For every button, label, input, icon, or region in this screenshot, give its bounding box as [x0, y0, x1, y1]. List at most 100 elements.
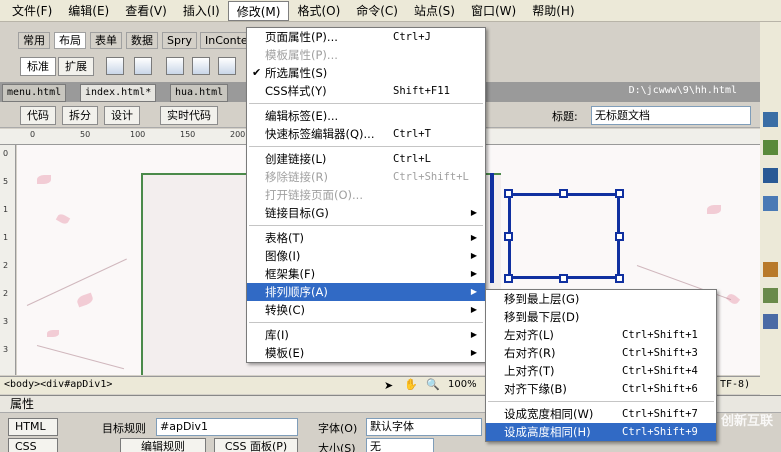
insert-tab-1[interactable]: 布局 [54, 32, 86, 49]
menu-3[interactable]: 插入(I) [175, 1, 228, 21]
insert-div-icon[interactable] [166, 57, 184, 75]
panel-icon[interactable] [763, 288, 778, 303]
doc-tab-hua[interactable]: hua.html [170, 84, 229, 102]
ruler-tick: 100 [130, 130, 146, 139]
resize-handle[interactable] [559, 189, 568, 198]
modify_menu-item-13[interactable]: 表格(T) ▶ [247, 229, 485, 247]
arrange_menu-item-3[interactable]: 右对齐(R) Ctrl+Shift+3 [486, 344, 716, 362]
modify_menu-item-3[interactable]: CSS样式(Y) Shift+F11 [247, 82, 485, 100]
pointer-icon[interactable]: ➤ [384, 379, 393, 392]
css-panel-button[interactable]: CSS 面板(P) [214, 438, 298, 452]
ruler-tick: 1 [3, 205, 9, 214]
menu-2[interactable]: 查看(V) [117, 1, 175, 21]
insert-tab-3[interactable]: 数据 [126, 32, 158, 49]
resize-handle[interactable] [615, 189, 624, 198]
table-icon[interactable] [106, 57, 124, 75]
arrange_menu-item-1[interactable]: 移到最下层(D) [486, 308, 716, 326]
modify_menu-item-11[interactable]: 链接目标(G) ▶ [247, 204, 485, 222]
menu-separator [488, 401, 714, 402]
modify_menu-item-16[interactable]: 排列顺序(A) ▶ [247, 283, 485, 301]
panel-icon[interactable] [763, 140, 778, 155]
frames-icon[interactable] [218, 57, 236, 75]
modify_menu-item-15[interactable]: 框架集(F) ▶ [247, 265, 485, 283]
split-view-button[interactable]: 拆分 [62, 106, 98, 125]
resize-handle[interactable] [615, 274, 624, 283]
selected-div-edge [490, 173, 494, 283]
menu-item-label: 打开链接页面(O)... [265, 188, 363, 202]
target-rule-label: 目标规则 [102, 422, 146, 435]
resize-handle[interactable] [504, 189, 513, 198]
arrange_menu-item-0[interactable]: 移到最上层(G) [486, 290, 716, 308]
arrange_menu-item-2[interactable]: 左对齐(L) Ctrl+Shift+1 [486, 326, 716, 344]
insert-tab-5[interactable]: InConte [200, 32, 253, 49]
modify_menu-item-8[interactable]: 创建链接(L) Ctrl+L [247, 150, 485, 168]
title-input[interactable]: 无标题文档 [591, 106, 751, 125]
submenu-arrow-icon: ▶ [470, 251, 477, 260]
modify_menu-item-19[interactable]: 库(I) ▶ [247, 326, 485, 344]
panel-icon[interactable] [763, 262, 778, 277]
resize-handle[interactable] [504, 274, 513, 283]
title-label: 标题: [552, 110, 578, 123]
menu-9[interactable]: 帮助(H) [524, 1, 582, 21]
insert-tab-2[interactable]: 表单 [90, 32, 122, 49]
live-code-button[interactable]: 实时代码 [160, 106, 218, 125]
menu-6[interactable]: 命令(C) [348, 1, 406, 21]
panel-icon[interactable] [763, 112, 778, 127]
menu-separator [249, 322, 483, 323]
hand-icon[interactable]: ✋ [404, 378, 418, 391]
menu-7[interactable]: 站点(S) [406, 1, 463, 21]
insert-tab-4[interactable]: Spry [162, 32, 197, 49]
modify_menu-item-10: 打开链接页面(O)... [247, 186, 485, 204]
menu-4[interactable]: 修改(M) [227, 0, 290, 21]
resize-handle[interactable] [504, 232, 513, 241]
html-button[interactable]: HTML [8, 418, 58, 436]
zoom-icon[interactable]: 🔍 [426, 378, 440, 391]
menu-0[interactable]: 文件(F) [4, 1, 60, 21]
standard-mode-button[interactable]: 标准 [20, 57, 56, 76]
expanded-mode-button[interactable]: 扩展 [58, 57, 94, 76]
menu-1[interactable]: 编辑(E) [60, 1, 117, 21]
font-select[interactable]: 默认字体 [366, 418, 482, 436]
modify_menu-item-0[interactable]: 页面属性(P)... Ctrl+J [247, 28, 485, 46]
modify_menu-item-17[interactable]: 转换(C) ▶ [247, 301, 485, 319]
design-view-button[interactable]: 设计 [104, 106, 140, 125]
ap-div-icon[interactable] [192, 57, 210, 75]
panel-icon[interactable] [763, 196, 778, 211]
selected-ap-div[interactable] [504, 189, 624, 283]
modify_menu-item-5[interactable]: 编辑标签(E)... [247, 107, 485, 125]
menu-item-label: 库(I) [265, 328, 289, 342]
panel-icon[interactable] [763, 168, 778, 183]
edit-rule-button[interactable]: 编辑规则 [120, 438, 206, 452]
ruler-tick: 2 [3, 289, 9, 298]
layout-table-icon[interactable] [134, 57, 152, 75]
arrange_menu-item-8[interactable]: 设成高度相同(H) Ctrl+Shift+9 [486, 423, 716, 441]
target-rule-select[interactable]: #apDiv1 [156, 418, 298, 436]
panel-icon[interactable] [763, 314, 778, 329]
insert-tab-0[interactable]: 常用 [18, 32, 50, 49]
modify_menu-item-14[interactable]: 图像(I) ▶ [247, 247, 485, 265]
zoom-level[interactable]: 100% [448, 379, 477, 390]
arrange_menu-item-7[interactable]: 设成宽度相同(W) Ctrl+Shift+7 [486, 405, 716, 423]
modify_menu-item-9: 移除链接(R) Ctrl+Shift+L [247, 168, 485, 186]
ruler-tick: 3 [3, 345, 9, 354]
resize-handle[interactable] [615, 232, 624, 241]
menu-separator [249, 146, 483, 147]
menu-8[interactable]: 窗口(W) [463, 1, 524, 21]
code-view-button[interactable]: 代码 [20, 106, 56, 125]
modify_menu-item-6[interactable]: 快速标签编辑器(Q)... Ctrl+T [247, 125, 485, 143]
css-button[interactable]: CSS [8, 438, 58, 452]
ruler-tick: 0 [30, 130, 36, 139]
doc-tab-index[interactable]: index.html* [80, 84, 157, 102]
arrange_menu-item-4[interactable]: 上对齐(T) Ctrl+Shift+4 [486, 362, 716, 380]
menu-5[interactable]: 格式(O) [289, 1, 348, 21]
arrange_menu-item-5[interactable]: 对齐下缘(B) Ctrl+Shift+6 [486, 380, 716, 398]
size-select[interactable]: 无 [366, 438, 434, 452]
modify_menu-item-2[interactable]: ✔ 所选属性(S) [247, 64, 485, 82]
menu-item-label: 移到最下层(D) [504, 310, 580, 324]
petal-decoration [37, 175, 51, 184]
resize-handle[interactable] [559, 274, 568, 283]
doc-tab-menu[interactable]: menu.html [2, 84, 67, 102]
tag-selector[interactable]: <body><div#apDiv1> [4, 379, 112, 390]
modify_menu-item-20[interactable]: 模板(E) ▶ [247, 344, 485, 362]
ruler-tick: 2 [3, 261, 9, 270]
